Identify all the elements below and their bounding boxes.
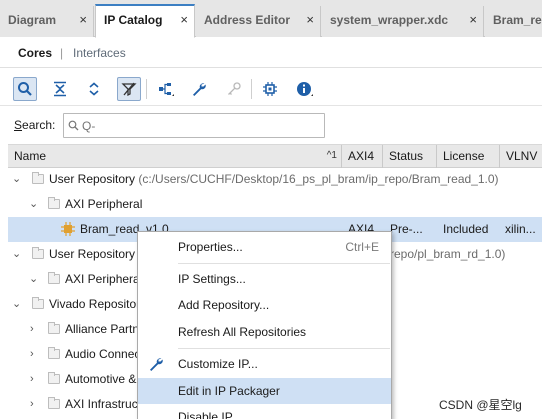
menu-item-shortcut: Ctrl+E [345, 240, 379, 254]
tab-label: Bram_re [493, 13, 542, 27]
subtab-separator: | [60, 46, 64, 60]
table-header: Name ^1 AXI4 Status License VLNV [8, 144, 542, 168]
tab-bram-read[interactable]: Bram_re [485, 6, 542, 37]
chevron-down-icon[interactable]: ⌄ [12, 167, 21, 192]
column-header-status[interactable]: Status [383, 145, 437, 168]
chevron-right-icon[interactable]: › [30, 367, 34, 392]
tab-label: Address Editor [204, 13, 291, 27]
wrench-icon [150, 358, 163, 371]
cell-status: Pre-... [390, 222, 423, 236]
ip-core-icon [61, 222, 75, 236]
tree-row-label: AXI Peripheral [65, 197, 143, 211]
menu-separator [178, 348, 390, 349]
column-header-axi4[interactable]: AXI4 [342, 145, 383, 168]
tree-row-label: User Repository [49, 172, 136, 186]
close-icon[interactable]: × [306, 6, 314, 34]
repository-path: (c:/Users/CUCHF/Desktop/16_ps_pl_bram/ip… [135, 172, 499, 186]
close-icon[interactable]: × [180, 6, 188, 34]
tab-label: system_wrapper.xdc [330, 13, 449, 27]
sort-ascending-icon: ^1 [326, 150, 337, 161]
search-input[interactable] [63, 113, 325, 138]
menu-item-disable-ip[interactable]: Disable IP [138, 404, 391, 419]
close-icon[interactable]: × [79, 6, 87, 34]
folder-icon [32, 247, 44, 259]
tree-row[interactable]: ⌄ AXI Peripheral [8, 192, 542, 217]
menu-item-label: Refresh All Repositories [178, 325, 307, 339]
key-icon[interactable] [222, 77, 246, 101]
chevron-down-icon[interactable]: ⌄ [12, 242, 21, 267]
tab-label: IP Catalog [104, 13, 163, 27]
editor-tab-bar: Diagram × IP Catalog × Address Editor × … [0, 0, 542, 38]
column-header-vlnv[interactable]: VLNV [500, 145, 542, 168]
folder-icon [32, 297, 44, 309]
close-icon[interactable]: × [469, 6, 477, 34]
folder-icon [48, 372, 60, 384]
tree-row[interactable]: ⌄ User Repository (c:/Users/CUCHF/Deskto… [8, 167, 542, 192]
filter-icon[interactable] [117, 77, 141, 101]
menu-item-ip-settings[interactable]: IP Settings... [138, 266, 391, 292]
folder-icon [48, 322, 60, 334]
tab-diagram[interactable]: Diagram × [0, 6, 94, 37]
menu-item-add-repository[interactable]: Add Repository... [138, 292, 391, 318]
search-icon[interactable] [13, 77, 37, 101]
menu-item-edit-in-ip-packager[interactable]: Edit in IP Packager [138, 378, 391, 404]
wrench-icon[interactable] [187, 77, 211, 101]
tab-label: Diagram [8, 13, 57, 27]
menu-item-label: IP Settings... [178, 272, 246, 286]
column-label: Name [14, 149, 47, 163]
folder-icon [48, 347, 60, 359]
menu-separator [178, 263, 390, 264]
menu-item-properties[interactable]: Properties... Ctrl+E [138, 234, 391, 260]
menu-item-customize-ip[interactable]: Customize IP... [138, 351, 391, 377]
tab-address-editor[interactable]: Address Editor × [196, 6, 321, 37]
catalog-toolbar [0, 70, 542, 106]
tree-row-label: AXI Peripheral [65, 272, 143, 286]
menu-item-label: Add Repository... [178, 298, 270, 312]
tab-cores[interactable]: Cores [18, 46, 52, 60]
tree-row-label: Automotive & [65, 372, 137, 386]
info-icon[interactable] [293, 77, 317, 101]
menu-item-label: Edit in IP Packager [178, 384, 280, 398]
folder-icon [32, 172, 44, 184]
hierarchy-icon[interactable] [154, 77, 178, 101]
chevron-down-icon[interactable]: ⌄ [29, 192, 38, 217]
collapse-all-icon[interactable] [48, 77, 72, 101]
tree-row-label: Vivado Repository [49, 297, 147, 311]
chevron-right-icon[interactable]: › [30, 392, 34, 417]
tab-system-wrapper-xdc[interactable]: system_wrapper.xdc × [322, 6, 484, 37]
context-menu: Properties... Ctrl+E IP Settings... Add … [137, 231, 392, 419]
folder-icon [48, 397, 60, 409]
search-field-icon [68, 120, 79, 131]
menu-item-label: Customize IP... [178, 357, 258, 371]
search-label: Search: [14, 118, 56, 132]
expand-all-icon[interactable] [82, 77, 106, 101]
menu-item-label: Properties... [178, 240, 243, 254]
chevron-right-icon[interactable]: › [30, 342, 34, 367]
cell-license: Included [443, 222, 489, 236]
toolbar-divider [146, 79, 147, 99]
cell-vlnv: xilin... [505, 222, 536, 236]
chevron-right-icon[interactable]: › [30, 317, 34, 342]
tab-ip-catalog[interactable]: IP Catalog × [95, 4, 195, 38]
tree-row-label: User Repository [49, 247, 136, 261]
column-header-name[interactable]: Name ^1 [8, 145, 342, 168]
folder-icon [48, 272, 60, 284]
folder-icon [48, 197, 60, 209]
menu-item-label: Disable IP [178, 410, 233, 419]
repository-path: repo/pl_bram_rd_1.0) [390, 247, 506, 261]
watermark: CSDN @星空lg [439, 398, 522, 412]
chevron-down-icon[interactable]: ⌄ [12, 292, 21, 317]
menu-item-refresh-all-repositories[interactable]: Refresh All Repositories [138, 319, 391, 345]
catalog-subtabs: Cores | Interfaces [0, 38, 542, 68]
chevron-down-icon[interactable]: ⌄ [29, 267, 38, 292]
search-text-field[interactable] [82, 118, 318, 133]
tab-interfaces[interactable]: Interfaces [73, 46, 126, 60]
toolbar-divider [251, 79, 252, 99]
column-header-license[interactable]: License [437, 145, 500, 168]
chip-icon[interactable] [258, 77, 282, 101]
